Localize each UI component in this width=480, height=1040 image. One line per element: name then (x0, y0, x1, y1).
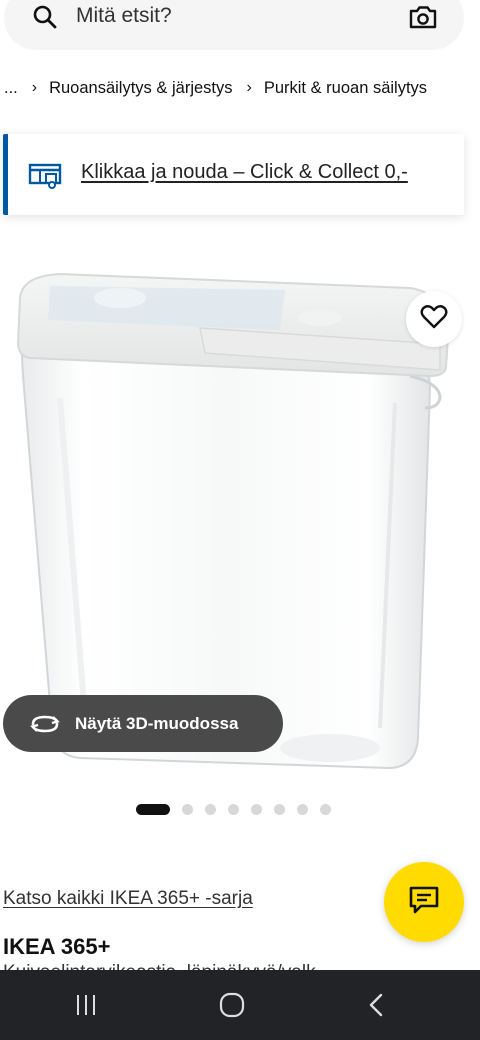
pagination-dot[interactable] (228, 804, 239, 815)
gallery-pagination (136, 804, 343, 815)
pagination-dot[interactable] (182, 804, 193, 815)
favourite-button[interactable] (406, 291, 462, 347)
search-bar[interactable]: Mitä etsit? (4, 0, 464, 50)
click-collect-link[interactable]: Klikkaa ja nouda – Click & Collect 0,- (81, 161, 408, 184)
pagination-dot[interactable] (320, 804, 331, 815)
click-collect-banner[interactable]: Klikkaa ja nouda – Click & Collect 0,- (3, 134, 464, 215)
chevron-right-icon: › (246, 79, 252, 96)
breadcrumb-item[interactable]: Ruoansäilytys & järjestys (49, 79, 232, 98)
pagination-dot-active[interactable] (136, 804, 170, 815)
search-input[interactable]: Mitä etsit? (76, 4, 172, 28)
system-nav-bar (0, 970, 480, 1040)
chat-button[interactable] (384, 862, 464, 942)
pagination-dot[interactable] (205, 804, 216, 815)
product-name: IKEA 365+ (3, 934, 111, 959)
view-3d-button[interactable]: Näytä 3D-muodossa (3, 695, 283, 752)
rotate-3d-icon (29, 712, 61, 736)
chat-icon (408, 885, 440, 920)
home-icon[interactable] (218, 992, 246, 1023)
series-link[interactable]: Katso kaikki IKEA 365+ -sarja (3, 888, 253, 910)
breadcrumb: ... › Ruoansäilytys & järjestys › Purkit… (4, 76, 480, 100)
pagination-dot[interactable] (274, 804, 285, 815)
truck-icon (28, 160, 64, 195)
camera-icon[interactable] (408, 4, 438, 35)
heart-icon (420, 304, 448, 335)
chevron-right-icon: › (31, 79, 38, 96)
recent-apps-icon[interactable] (74, 992, 98, 1023)
search-icon (32, 4, 58, 35)
pagination-dot[interactable] (251, 804, 262, 815)
view-3d-label: Näytä 3D-muodossa (75, 713, 239, 733)
pagination-dot[interactable] (297, 804, 308, 815)
breadcrumb-item[interactable]: Purkit & ruoan säilytys (264, 79, 427, 98)
back-icon[interactable] (366, 992, 386, 1023)
breadcrumb-ellipsis[interactable]: ... (4, 79, 18, 98)
